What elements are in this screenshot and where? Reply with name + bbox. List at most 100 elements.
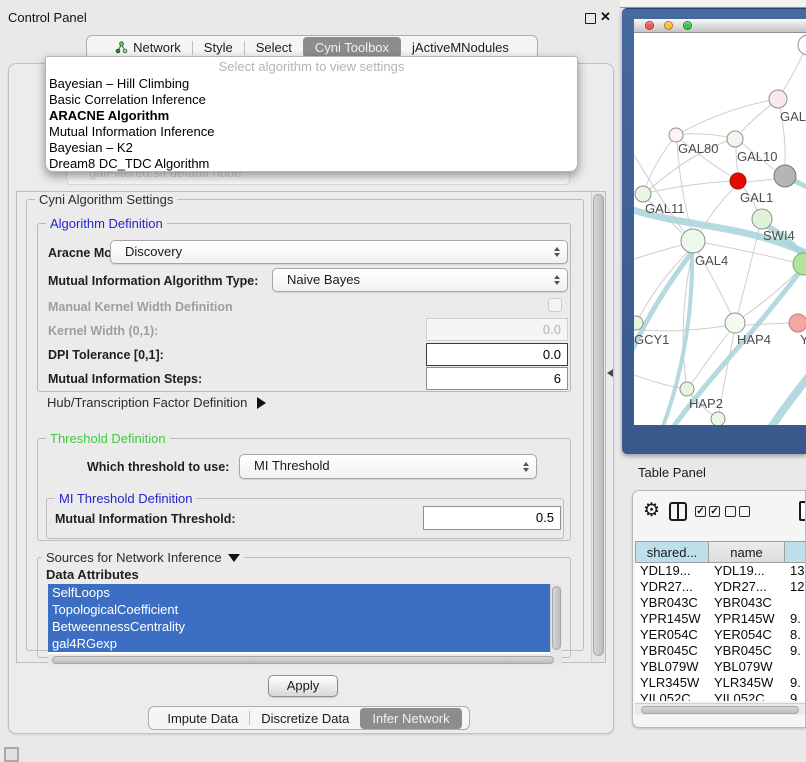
table-row[interactable]: YIL052CYIL052C9 [633,691,806,701]
tab-discretize-data[interactable]: Discretize Data [250,709,360,728]
table-row[interactable]: YER054CYER054C8. [633,627,806,643]
close-panel-button[interactable]: ✕ [600,9,611,25]
network-node-gal[interactable] [769,90,787,108]
tab-infer-network[interactable]: Infer Network [360,708,461,729]
column-header-name[interactable]: name [709,541,785,563]
network-edge[interactable] [651,181,730,192]
sources-title-row[interactable]: Sources for Network Inference [42,550,244,565]
dpi-tolerance-input[interactable]: 0.0 [426,343,568,366]
close-traffic-light[interactable] [645,21,654,30]
table-row[interactable]: YBL079WYBL079W [633,659,806,675]
table-row[interactable]: YLR345WYLR345W9. [633,675,806,691]
table-row[interactable]: YDR27...YDR27...12 [633,579,806,595]
network-node-y[interactable] [789,314,806,332]
algorithm-option[interactable]: Basic Correlation Inference [46,92,577,108]
settings-vertical-scrollbar[interactable] [591,192,605,662]
tab-network[interactable]: Network [104,38,192,57]
tab-jactivemnodules[interactable]: jActiveMNodules [401,38,520,57]
mi-algorithm-type-combobox[interactable]: Naive Bayes [272,268,568,292]
table-row[interactable]: YBR045CYBR045C9. [633,643,806,659]
function-builder-icon[interactable] [799,501,806,521]
tab-impute-data[interactable]: Impute Data [156,709,249,728]
network-window-titlebar[interactable] [634,19,806,33]
network-edge[interactable] [745,323,789,325]
attribute-list-item[interactable]: gal4RGexp [48,635,550,652]
tab-cyni-toolbox[interactable]: Cyni Toolbox [303,37,401,58]
network-node-gal4[interactable] [681,229,705,253]
algorithm-option[interactable]: Dream8 DC_TDC Algorithm [46,156,577,172]
hub-transcription-factor-section[interactable]: Hub/Transcription Factor Definition [47,395,266,410]
table-cell: YLR345W [640,675,708,691]
network-node[interactable] [793,253,806,275]
network-node[interactable] [774,165,796,187]
attribute-list-item[interactable]: SelfLoops [48,584,550,601]
network-node[interactable] [711,412,725,425]
attributes-horizontal-scrollbar[interactable] [48,655,562,665]
combo-stepper-icon [554,275,560,285]
network-node-gal1[interactable] [730,173,746,189]
network-node-gal11[interactable] [635,186,651,202]
manual-kernel-width-checkbox[interactable] [548,298,562,312]
minimize-traffic-light[interactable] [664,21,673,30]
table-cell: YBR045C [640,643,708,659]
network-edge[interactable] [643,326,725,331]
table-horizontal-scrollbar[interactable] [635,703,805,715]
tab-label: Cyni Toolbox [315,40,389,55]
mi-threshold-input[interactable]: 0.5 [423,506,561,530]
column-header-shared[interactable]: shared... [635,541,709,563]
network-node-hap2[interactable] [680,382,694,396]
which-threshold-combobox[interactable]: MI Threshold [239,454,537,479]
expand-arrow-icon[interactable] [257,397,266,409]
network-edge[interactable] [634,245,682,259]
algorithm-option[interactable]: Bayesian – Hill Climbing [46,76,577,92]
network-edge[interactable] [682,99,778,132]
attribute-list-item[interactable]: BetweennessCentrality [48,618,550,635]
collapse-arrow-icon[interactable] [228,554,240,562]
network-node-gal80[interactable] [669,128,683,142]
network-node-hap4[interactable] [725,313,745,333]
network-edge[interactable] [683,134,727,137]
network-canvas[interactable]: GALGAL80GAL10GAL1GAL11SWI4GAL4GCY1HAP4YH… [634,33,806,425]
network-node-gcy1[interactable] [634,316,643,330]
network-node-gal10[interactable] [727,131,743,147]
kernel-width-input[interactable]: 0.0 [426,318,568,341]
tab-style[interactable]: Style [193,38,244,57]
aracne-mode-combobox[interactable]: Discovery [110,240,568,264]
network-node-swi4[interactable] [752,209,772,229]
splitter-collapse-icon[interactable] [607,369,613,377]
attribute-list-item[interactable]: TopologicalCoefficient [48,601,550,618]
apply-button[interactable]: Apply [268,675,338,697]
checked-box-icon: ✓ [709,506,720,517]
deselect-all-columns-icon[interactable] [725,506,750,517]
algorithm-option[interactable]: ARACNE Algorithm [46,108,577,124]
algorithm-option[interactable]: Mutual Information Inference [46,124,577,140]
network-edge[interactable] [646,140,672,186]
threshold-definition-title: Threshold Definition [46,431,170,446]
table-row[interactable]: YPR145WYPR145W9. [633,611,806,627]
data-attributes-list[interactable]: SelfLoopsTopologicalCoefficientBetweenne… [48,584,562,654]
algorithm-option[interactable]: Bayesian – K2 [46,140,577,156]
select-all-columns-icon[interactable]: ✓✓ [695,506,720,517]
tab-select[interactable]: Select [245,38,303,57]
network-node[interactable] [798,35,806,55]
attributes-vertical-scrollbar[interactable] [550,584,562,654]
tab-label: Network [133,40,181,55]
table-settings-gear-icon[interactable]: ⚙ [643,499,660,522]
column-header-a[interactable]: A [785,541,806,563]
mi-steps-input[interactable]: 6 [426,367,568,390]
network-edge[interactable] [746,179,774,182]
control-panel-title: Control Panel [8,10,87,25]
table-row[interactable]: YBR043CYBR043C [633,595,806,611]
network-edge[interactable] [640,252,688,316]
hub-transcription-factor-label: Hub/Transcription Factor Definition [47,395,247,410]
unchecked-box-icon [739,506,750,517]
float-window-button[interactable] [585,13,596,24]
show-columns-icon[interactable] [669,502,687,521]
network-edge[interactable] [692,331,730,383]
minimized-panel-icon[interactable] [4,747,19,762]
table-row[interactable]: YDL19...YDL19...13 [633,563,806,579]
zoom-traffic-light[interactable] [683,21,692,30]
network-strong-edge[interactable] [770,375,806,425]
network-edge[interactable] [738,229,759,313]
network-edge[interactable] [634,375,680,388]
